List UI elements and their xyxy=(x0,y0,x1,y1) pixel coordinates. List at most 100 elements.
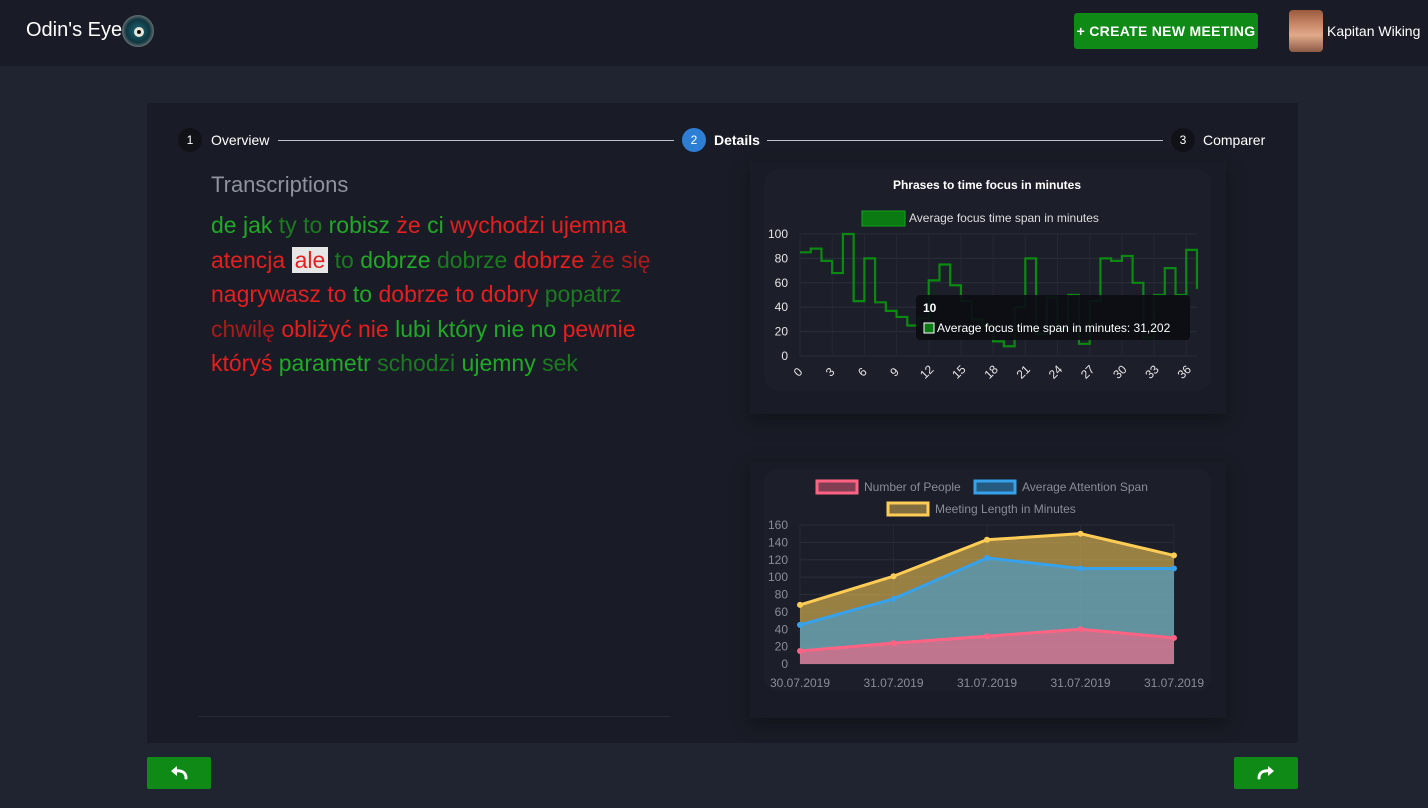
tooltip-title: 10 xyxy=(923,301,937,315)
focus-time-chart: Phrases to time focus in minutes Average… xyxy=(764,169,1211,391)
y-tick-label: 60 xyxy=(775,276,789,290)
transcript-word[interactable]: się xyxy=(621,247,650,273)
transcript-word[interactable]: jak xyxy=(243,212,272,238)
data-point[interactable] xyxy=(797,601,803,608)
step-3-label[interactable]: Comparer xyxy=(1203,132,1265,148)
tooltip-text: Average focus time span in minutes: 31,2… xyxy=(937,321,1171,335)
transcript-word[interactable]: popatrz xyxy=(545,281,622,307)
transcript-word[interactable]: lubi xyxy=(395,316,431,342)
legend-label[interactable]: Meeting Length in Minutes xyxy=(935,502,1076,516)
transcript-word[interactable]: nie xyxy=(494,316,525,342)
transcript-word[interactable]: dobrze xyxy=(514,247,584,273)
y-tick-label: 20 xyxy=(775,640,789,654)
transcript-word[interactable]: ujemna xyxy=(551,212,626,238)
step-connector xyxy=(278,140,674,141)
avatar[interactable] xyxy=(1289,10,1323,52)
transcript-word[interactable]: pewnie xyxy=(563,316,636,342)
transcript-word[interactable]: obliżyć xyxy=(281,316,351,342)
transcriptions-title: Transcriptions xyxy=(211,172,349,197)
transcript-word[interactable]: robisz xyxy=(329,212,390,238)
y-tick-label: 80 xyxy=(775,251,789,265)
data-point[interactable] xyxy=(890,595,897,602)
transcript-word[interactable]: to xyxy=(353,281,372,307)
data-point[interactable] xyxy=(984,633,990,640)
transcript-word[interactable]: to xyxy=(327,281,346,307)
undo-button[interactable] xyxy=(147,757,211,789)
data-point[interactable] xyxy=(984,555,990,562)
transcript-word[interactable]: parametr xyxy=(279,350,371,376)
y-tick-label: 80 xyxy=(775,588,789,602)
step-1-label[interactable]: Overview xyxy=(211,132,269,148)
transcript-word[interactable]: wychodzi xyxy=(450,212,545,238)
x-tick-label: 31.07.2019 xyxy=(957,676,1017,690)
data-point[interactable] xyxy=(797,621,803,628)
legend-swatch[interactable] xyxy=(886,501,930,517)
create-new-meeting-button[interactable]: + CREATE NEW MEETING xyxy=(1074,13,1258,49)
data-point[interactable] xyxy=(1171,565,1177,572)
data-point[interactable] xyxy=(890,573,897,580)
transcript-word[interactable]: sek xyxy=(542,350,578,376)
x-tick-label: 31.07.2019 xyxy=(1144,676,1204,690)
legend-swatch[interactable] xyxy=(973,479,1017,495)
chart-title: Phrases to time focus in minutes xyxy=(893,178,1081,192)
transcript-word[interactable]: ujemny xyxy=(462,350,536,376)
step-3-number[interactable]: 3 xyxy=(1171,128,1195,152)
legend-label[interactable]: Average focus time span in minutes xyxy=(909,211,1099,225)
undo-icon xyxy=(171,766,188,780)
y-tick-label: 120 xyxy=(768,553,788,567)
stepper: 1 Overview 2 Details 3 Comparer xyxy=(178,128,1268,154)
y-tick-label: 100 xyxy=(768,570,788,584)
y-tick-label: 40 xyxy=(775,300,789,314)
top-bar: Odin's Eye + CREATE NEW MEETING Kapitan … xyxy=(0,0,1428,66)
data-point[interactable] xyxy=(1077,530,1084,537)
transcript-word[interactable]: dobrze xyxy=(437,247,507,273)
transcript-word[interactable]: atencja xyxy=(211,247,285,273)
transcript-word[interactable]: który xyxy=(437,316,487,342)
data-point[interactable] xyxy=(890,640,897,647)
redo-icon xyxy=(1257,766,1274,780)
y-tick-label: 160 xyxy=(768,518,788,532)
transcript-word[interactable]: dobrze xyxy=(378,281,448,307)
transcript-word[interactable]: dobrze xyxy=(360,247,430,273)
transcript-word[interactable]: nie xyxy=(358,316,389,342)
transcript-word[interactable]: ale xyxy=(291,246,329,273)
transcript-word[interactable]: schodzi xyxy=(377,350,455,376)
transcript-word[interactable]: to xyxy=(455,281,474,307)
transcript-word[interactable]: chwilę xyxy=(211,316,275,342)
transcript-word[interactable]: de xyxy=(211,212,237,238)
x-tick-label: 31.07.2019 xyxy=(863,676,923,690)
step-connector xyxy=(767,140,1163,141)
username[interactable]: Kapitan Wiking xyxy=(1327,23,1420,39)
transcript-word[interactable]: to xyxy=(335,247,354,273)
legend-label[interactable]: Average Attention Span xyxy=(1022,480,1148,494)
step-2-label[interactable]: Details xyxy=(714,132,760,148)
transcript-word[interactable]: że xyxy=(590,247,614,273)
transcript-word[interactable]: że xyxy=(396,212,420,238)
transcript-word[interactable]: nagrywasz xyxy=(211,281,321,307)
meeting-stats-chart: Number of People Average Attention Span Me… xyxy=(764,469,1211,691)
transcript-word[interactable]: ci xyxy=(427,212,444,238)
data-point[interactable] xyxy=(1171,634,1177,641)
legend-swatch[interactable] xyxy=(861,210,906,227)
data-point[interactable] xyxy=(984,536,990,543)
divider xyxy=(198,716,670,717)
step-1-number[interactable]: 1 xyxy=(178,128,202,152)
y-tick-label: 60 xyxy=(775,605,789,619)
legend-swatch[interactable] xyxy=(815,479,859,495)
transcript-word[interactable]: dobry xyxy=(481,281,539,307)
y-tick-label: 20 xyxy=(775,325,789,339)
y-tick-label: 140 xyxy=(768,535,788,549)
data-point[interactable] xyxy=(1171,552,1177,559)
transcript-word[interactable]: to xyxy=(303,212,322,238)
transcript-word[interactable]: no xyxy=(531,316,557,342)
data-point[interactable] xyxy=(1077,626,1084,633)
data-point[interactable] xyxy=(1077,565,1084,572)
legend-label[interactable]: Number of People xyxy=(864,480,961,494)
x-tick-label: 30.07.2019 xyxy=(770,676,830,690)
data-point[interactable] xyxy=(797,647,803,654)
transcript-word[interactable]: ty xyxy=(279,212,297,238)
redo-button[interactable] xyxy=(1234,757,1298,789)
y-tick-label: 100 xyxy=(768,227,788,241)
step-2-number[interactable]: 2 xyxy=(682,128,706,152)
transcript-word[interactable]: któryś xyxy=(211,350,272,376)
